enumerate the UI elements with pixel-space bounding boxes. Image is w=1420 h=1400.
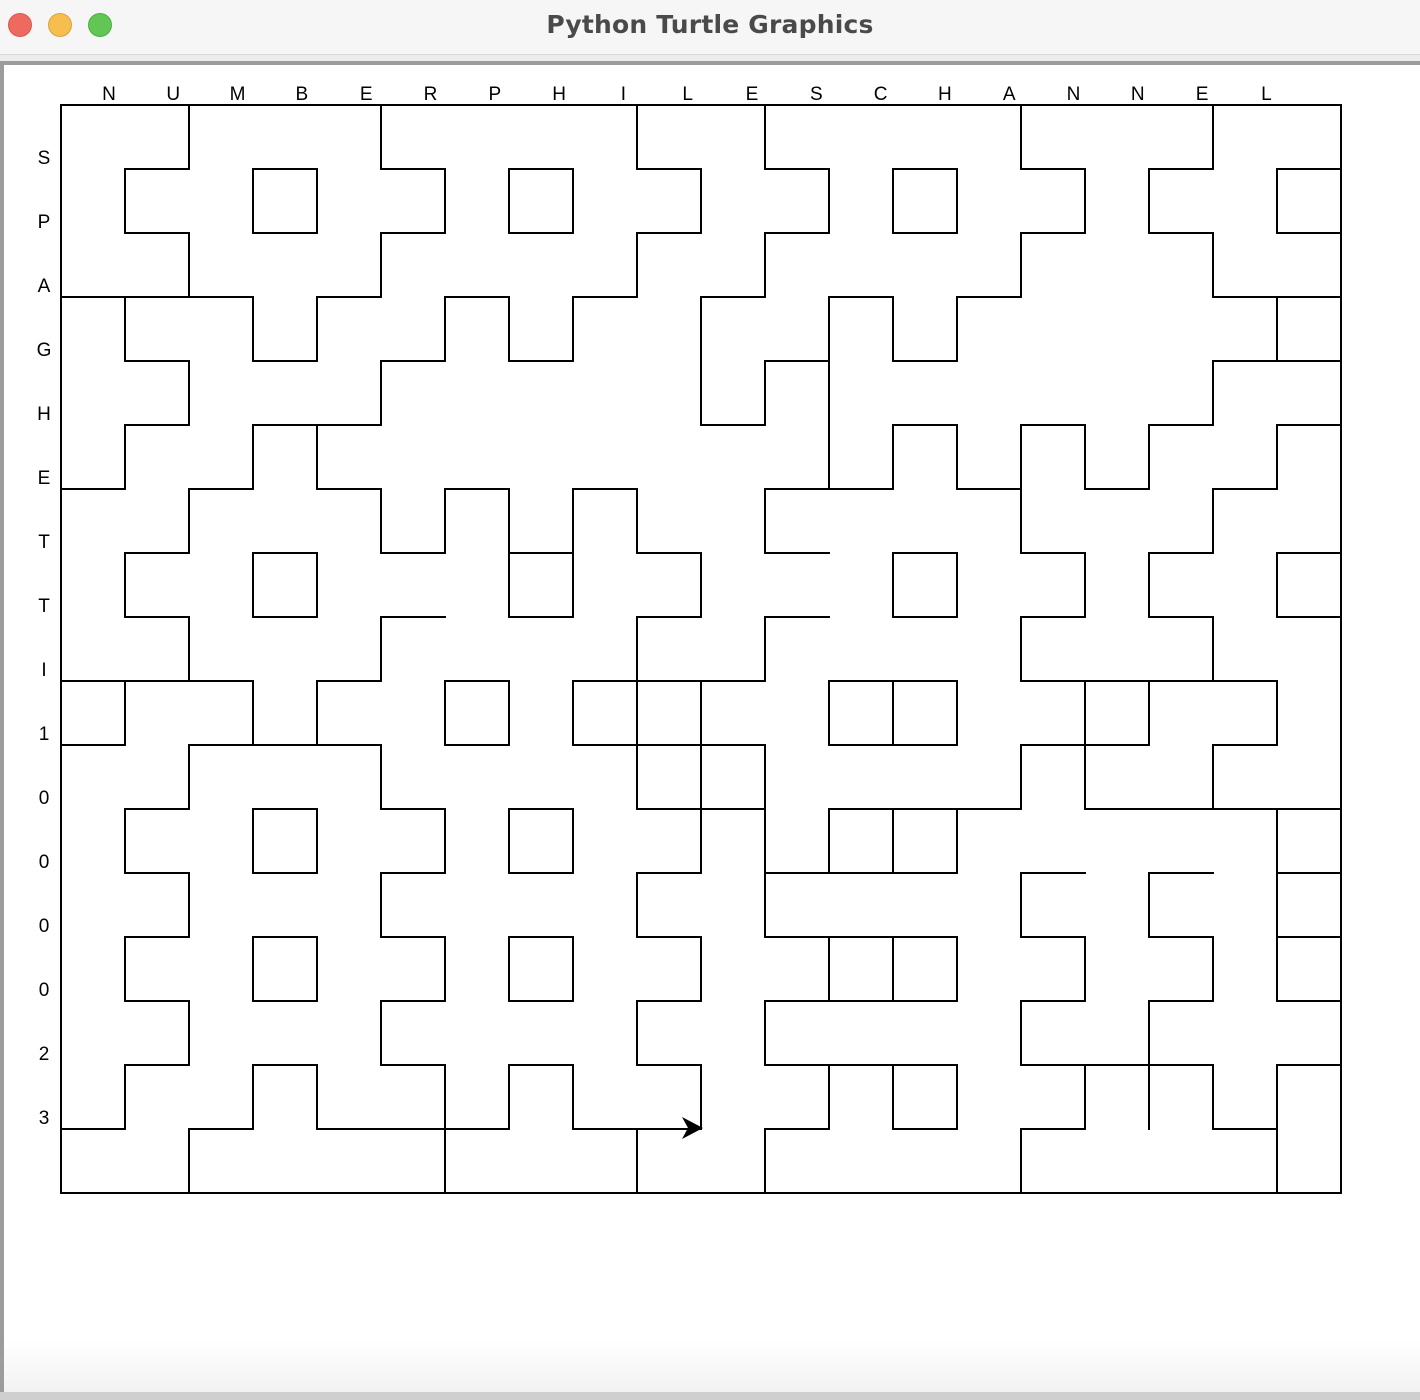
top-label-letter: U bbox=[166, 84, 180, 105]
top-label-letter: R bbox=[424, 84, 438, 105]
top-label-row: NUMBERPHILESCHANNEL bbox=[102, 84, 1272, 105]
top-label-letter: A bbox=[1003, 84, 1016, 105]
top-label-letter: M bbox=[230, 84, 246, 105]
top-label-letter: P bbox=[488, 84, 501, 105]
top-label-letter: E bbox=[746, 84, 759, 105]
top-label-letter: L bbox=[682, 84, 693, 105]
top-label-letter: N bbox=[1131, 84, 1145, 105]
side-label-column: S P A G H E T T I 1 0 0 0 0 2 3 bbox=[37, 148, 52, 1129]
side-label-character: H bbox=[37, 404, 51, 425]
side-label-character: S bbox=[38, 148, 51, 169]
side-label-character: 0 bbox=[39, 916, 50, 937]
top-label-letter: E bbox=[1196, 84, 1209, 105]
side-label-character: P bbox=[38, 212, 51, 233]
top-label-letter: N bbox=[102, 84, 116, 105]
top-label-letter: N bbox=[1067, 84, 1081, 105]
side-label-character: 0 bbox=[39, 980, 50, 1001]
side-label-character: T bbox=[38, 532, 50, 553]
top-label-letter: E bbox=[360, 84, 373, 105]
side-label-character: G bbox=[37, 340, 52, 361]
top-label-letter: B bbox=[296, 84, 309, 105]
side-label-character: 0 bbox=[39, 852, 50, 873]
side-label-character: 3 bbox=[39, 1108, 50, 1129]
side-label-character: I bbox=[41, 660, 46, 681]
side-label-character: T bbox=[38, 596, 50, 617]
top-label-letter: I bbox=[621, 84, 626, 105]
maze-grid bbox=[60, 104, 1342, 1194]
top-label-letter: L bbox=[1261, 84, 1272, 105]
top-label-letter: H bbox=[938, 84, 952, 105]
side-label-character: 2 bbox=[39, 1044, 50, 1065]
turtle-drawing-canvas: N U M B E R P H I L E S C H A N N E L S P A G H E T T I 1 0 0 0 0 2 3 bbox=[37, 84, 1342, 1194]
side-label-character: E bbox=[38, 468, 51, 489]
top-label-letter: C bbox=[874, 84, 888, 105]
top-label-letter: S bbox=[810, 84, 823, 105]
side-label-character: 0 bbox=[39, 788, 50, 809]
side-label-character: A bbox=[38, 276, 51, 297]
side-label-character: 1 bbox=[39, 724, 50, 745]
top-label-letter: H bbox=[552, 84, 566, 105]
